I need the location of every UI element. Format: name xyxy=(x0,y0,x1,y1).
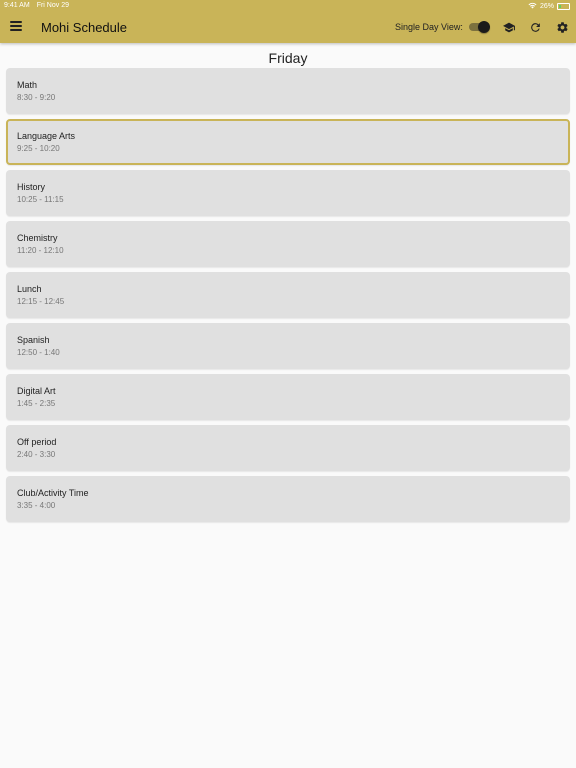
schedule-card[interactable]: History 10:25 - 11:15 xyxy=(6,170,570,216)
status-date: Fri Nov 29 xyxy=(36,2,69,9)
schedule-card[interactable]: Language Arts 9:25 - 10:20 xyxy=(6,119,570,165)
period-name: Off period xyxy=(17,437,57,447)
status-time: 9:41 AM xyxy=(4,2,30,9)
period-name: Spanish xyxy=(17,335,50,345)
schedule-card[interactable]: Club/Activity Time 3:35 - 4:00 xyxy=(6,476,570,522)
battery-percent: 26% xyxy=(539,3,554,10)
hamburger-menu-icon[interactable] xyxy=(10,21,22,33)
period-name: Club/Activity Time xyxy=(17,488,89,498)
period-name: Digital Art xyxy=(17,386,56,396)
battery-icon xyxy=(557,3,570,10)
single-day-view-label: Single Day View: xyxy=(395,22,463,32)
schedule-card[interactable]: Math 8:30 - 9:20 xyxy=(6,68,570,114)
period-time: 11:20 - 12:10 xyxy=(17,246,64,255)
schedule-card[interactable]: Spanish 12:50 - 1:40 xyxy=(6,323,570,369)
period-name: Language Arts xyxy=(17,131,76,141)
toggle-thumb xyxy=(478,21,490,33)
period-time: 8:30 - 9:20 xyxy=(17,93,56,102)
graduation-cap-icon[interactable] xyxy=(502,21,516,34)
period-time: 9:25 - 10:20 xyxy=(17,144,60,153)
period-time: 12:15 - 12:45 xyxy=(17,297,65,306)
status-bar: 9:41 AM Fri Nov 29 26% xyxy=(0,0,576,12)
period-name: Math xyxy=(17,80,38,90)
schedule-card[interactable]: Digital Art 1:45 - 2:35 xyxy=(6,374,570,420)
battery-fill xyxy=(559,5,561,8)
schedule-card[interactable]: Off period 2:40 - 3:30 xyxy=(6,425,570,471)
gear-icon[interactable] xyxy=(556,21,570,34)
period-name: Lunch xyxy=(17,284,42,294)
period-name: Chemistry xyxy=(17,233,58,243)
period-time: 3:35 - 4:00 xyxy=(17,501,56,510)
period-time: 2:40 - 3:30 xyxy=(17,450,56,459)
app-bar: 9:41 AM Fri Nov 29 26% Mohi Schedule Sin… xyxy=(0,0,576,43)
schedule-card[interactable]: Chemistry 11:20 - 12:10 xyxy=(6,221,570,267)
single-day-view-toggle[interactable] xyxy=(469,21,490,33)
wifi-icon xyxy=(528,2,537,11)
day-title: Friday xyxy=(268,50,308,66)
period-time: 12:50 - 1:40 xyxy=(17,348,60,357)
schedule-card[interactable]: Lunch 12:15 - 12:45 xyxy=(6,272,570,318)
schedule-list: Math 8:30 - 9:20 Language Arts 9:25 - 10:20… xyxy=(6,68,570,527)
period-time: 1:45 - 2:35 xyxy=(17,399,56,408)
period-name: History xyxy=(17,182,46,192)
period-time: 10:25 - 11:15 xyxy=(17,195,64,204)
app-title: Mohi Schedule xyxy=(41,20,127,35)
refresh-icon[interactable] xyxy=(529,21,543,34)
